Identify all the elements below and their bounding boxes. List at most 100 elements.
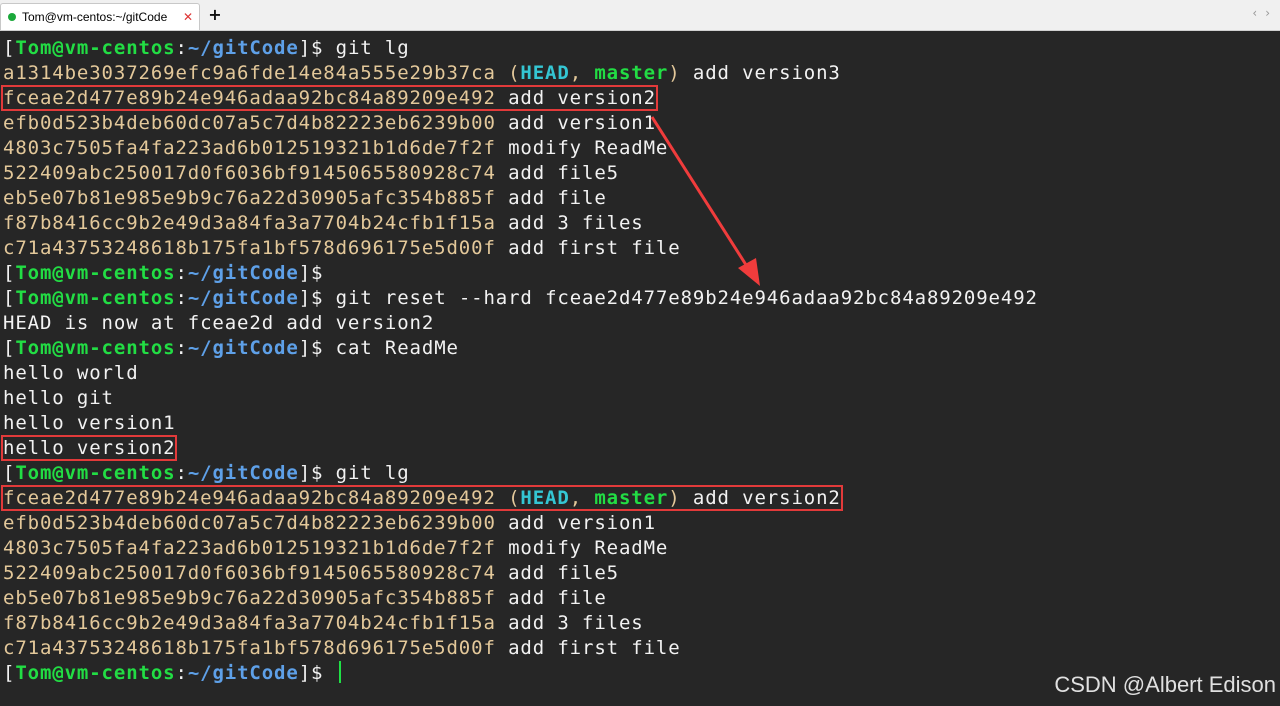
- connection-status-icon: [8, 13, 16, 21]
- highlighted-commit: fceae2d477e89b24e946adaa92bc84a89209e492…: [1, 485, 843, 511]
- terminal-line: [Tom@vm-centos:~/gitCode]$: [3, 661, 1038, 686]
- terminal-line: fceae2d477e89b24e946adaa92bc84a89209e492…: [1, 85, 1038, 111]
- commit-hash: eb5e07b81e985e9b9c76a22d30905afc354b885f: [3, 587, 496, 609]
- commit-hash: f87b8416cc9b2e49d3a84fa3a7704b24cfb1f15a: [3, 612, 496, 634]
- terminal-line: [Tom@vm-centos:~/gitCode]$ git lg: [3, 461, 1038, 486]
- prompt-colon: :: [175, 662, 188, 684]
- commit-message: modify ReadMe: [495, 537, 669, 559]
- terminal-line: 4803c7505fa4fa223ad6b012519321b1d6de7f2f…: [3, 536, 1038, 561]
- ref-paren: ): [668, 487, 681, 509]
- prompt-colon: :: [175, 262, 188, 284]
- new-tab-button[interactable]: +: [206, 5, 224, 25]
- terminal-tab[interactable]: Tom@vm-centos:~/gitCode ✕: [0, 3, 200, 30]
- terminal-line: a1314be3037269efc9a6fde14e84a555e29b37ca…: [3, 61, 1038, 86]
- prompt-path: ~/gitCode: [187, 462, 299, 484]
- terminal-line: f87b8416cc9b2e49d3a84fa3a7704b24cfb1f15a…: [3, 611, 1038, 636]
- terminal-line: [Tom@vm-centos:~/gitCode]$ git reset --h…: [3, 286, 1038, 311]
- commit-message: add file5: [495, 562, 619, 584]
- highlighted-commit: fceae2d477e89b24e946adaa92bc84a89209e492…: [1, 85, 658, 111]
- prompt-bracket-close: ]$: [298, 287, 324, 309]
- terminal-line: 522409abc250017d0f6036bf9145065580928c74…: [3, 161, 1038, 186]
- commit-hash: c71a43753248618b175fa1bf578d696175e5d00f: [3, 637, 496, 659]
- prompt-bracket-open: [: [3, 37, 16, 59]
- terminal-line: [Tom@vm-centos:~/gitCode]$: [3, 261, 1038, 286]
- commit-hash: efb0d523b4deb60dc07a5c7d4b82223eb6239b00: [3, 112, 496, 134]
- command-text: git lg: [323, 462, 410, 484]
- commit-message: add 3 files: [495, 212, 644, 234]
- prompt-bracket-close: ]$: [298, 37, 324, 59]
- prompt-bracket-close: ]$: [298, 462, 324, 484]
- terminal-line: c71a43753248618b175fa1bf578d696175e5d00f…: [3, 236, 1038, 261]
- ref-sep: ,: [569, 62, 595, 84]
- commit-message: add version2: [495, 87, 656, 109]
- commit-hash: c71a43753248618b175fa1bf578d696175e5d00f: [3, 237, 496, 259]
- prompt-bracket-close: ]$: [298, 662, 324, 684]
- terminal-line: 4803c7505fa4fa223ad6b012519321b1d6de7f2f…: [3, 136, 1038, 161]
- commit-hash: 522409abc250017d0f6036bf9145065580928c74: [3, 162, 496, 184]
- commit-entry: eb5e07b81e985e9b9c76a22d30905afc354b885f…: [3, 187, 607, 209]
- commit-entry: eb5e07b81e985e9b9c76a22d30905afc354b885f…: [3, 587, 607, 609]
- tab-nav: ‹ ›: [1252, 6, 1270, 24]
- prompt-colon: :: [175, 337, 188, 359]
- commit-hash: a1314be3037269efc9a6fde14e84a555e29b37ca: [3, 62, 496, 84]
- command-text: git reset --hard fceae2d477e89b24e946ada…: [323, 287, 1038, 309]
- watermark: CSDN @Albert Edison: [1054, 672, 1276, 697]
- terminal-line: [Tom@vm-centos:~/gitCode]$ git lg: [3, 36, 1038, 61]
- terminal-line: 522409abc250017d0f6036bf9145065580928c74…: [3, 561, 1038, 586]
- commit-message: add file: [495, 187, 607, 209]
- ref-paren: ): [668, 62, 681, 84]
- commit-entry: 4803c7505fa4fa223ad6b012519321b1d6de7f2f…: [3, 537, 668, 559]
- commit-hash: eb5e07b81e985e9b9c76a22d30905afc354b885f: [3, 187, 496, 209]
- output-text: hello world: [3, 362, 139, 384]
- commit-entry: 4803c7505fa4fa223ad6b012519321b1d6de7f2f…: [3, 137, 668, 159]
- branch-ref: master: [594, 487, 669, 509]
- output-text: hello version1: [3, 412, 176, 434]
- prompt-user: Tom@vm-centos: [15, 37, 176, 59]
- terminal-line: hello world: [3, 361, 1038, 386]
- commit-hash: 4803c7505fa4fa223ad6b012519321b1d6de7f2f: [3, 137, 496, 159]
- terminal-output[interactable]: [Tom@vm-centos:~/gitCode]$ git lg a1314be…: [0, 36, 1038, 686]
- tab-bar: Tom@vm-centos:~/gitCode ✕ + ‹ ›: [0, 0, 1280, 31]
- text-cursor: [338, 661, 341, 683]
- head-ref: HEAD: [520, 62, 570, 84]
- prompt-bracket-close: ]$: [298, 262, 324, 284]
- commit-entry: 522409abc250017d0f6036bf9145065580928c74…: [3, 162, 619, 184]
- commit-entry: 522409abc250017d0f6036bf9145065580928c74…: [3, 562, 619, 584]
- terminal-line: efb0d523b4deb60dc07a5c7d4b82223eb6239b00…: [3, 511, 1038, 536]
- ref-paren: (: [495, 487, 521, 509]
- prompt-bracket-open: [: [3, 662, 16, 684]
- highlighted-output: hello version2: [0, 435, 178, 461]
- prompt-bracket-close: ]$: [298, 337, 324, 359]
- terminal-line: eb5e07b81e985e9b9c76a22d30905afc354b885f…: [3, 186, 1038, 211]
- ref-paren: (: [495, 62, 521, 84]
- prompt-user: Tom@vm-centos: [15, 462, 176, 484]
- commit-entry: c71a43753248618b175fa1bf578d696175e5d00f…: [3, 637, 681, 659]
- terminal-line: HEAD is now at fceae2d add version2: [3, 311, 1038, 336]
- prompt-bracket-open: [: [3, 337, 16, 359]
- commit-message: modify ReadMe: [495, 137, 669, 159]
- chevron-right-icon[interactable]: ›: [1265, 6, 1270, 24]
- terminal-line: hello version1: [3, 411, 1038, 436]
- terminal-line: fceae2d477e89b24e946adaa92bc84a89209e492…: [1, 485, 1038, 511]
- commit-message: add first file: [495, 237, 681, 259]
- commit-entry: c71a43753248618b175fa1bf578d696175e5d00f…: [3, 237, 681, 259]
- head-ref: HEAD: [520, 487, 570, 509]
- commit-message: add first file: [495, 637, 681, 659]
- terminal-line: hello git: [3, 386, 1038, 411]
- commit-entry: efb0d523b4deb60dc07a5c7d4b82223eb6239b00…: [3, 112, 656, 134]
- commit-message: add file5: [495, 162, 619, 184]
- output-text: HEAD is now at fceae2d add version2: [3, 312, 435, 334]
- commit-hash: fceae2d477e89b24e946adaa92bc84a89209e492: [3, 487, 496, 509]
- prompt-user: Tom@vm-centos: [15, 287, 176, 309]
- commit-hash: 522409abc250017d0f6036bf9145065580928c74: [3, 562, 496, 584]
- terminal-line: f87b8416cc9b2e49d3a84fa3a7704b24cfb1f15a…: [3, 211, 1038, 236]
- prompt-user: Tom@vm-centos: [15, 262, 176, 284]
- prompt-path: ~/gitCode: [187, 337, 299, 359]
- prompt-bracket-open: [: [3, 287, 16, 309]
- ref-sep: ,: [569, 487, 595, 509]
- commit-message: add version3: [680, 62, 841, 84]
- terminal-line: efb0d523b4deb60dc07a5c7d4b82223eb6239b00…: [3, 111, 1038, 136]
- close-tab-icon[interactable]: ✕: [183, 10, 193, 24]
- commit-message: add version1: [495, 512, 656, 534]
- chevron-left-icon[interactable]: ‹: [1252, 6, 1257, 24]
